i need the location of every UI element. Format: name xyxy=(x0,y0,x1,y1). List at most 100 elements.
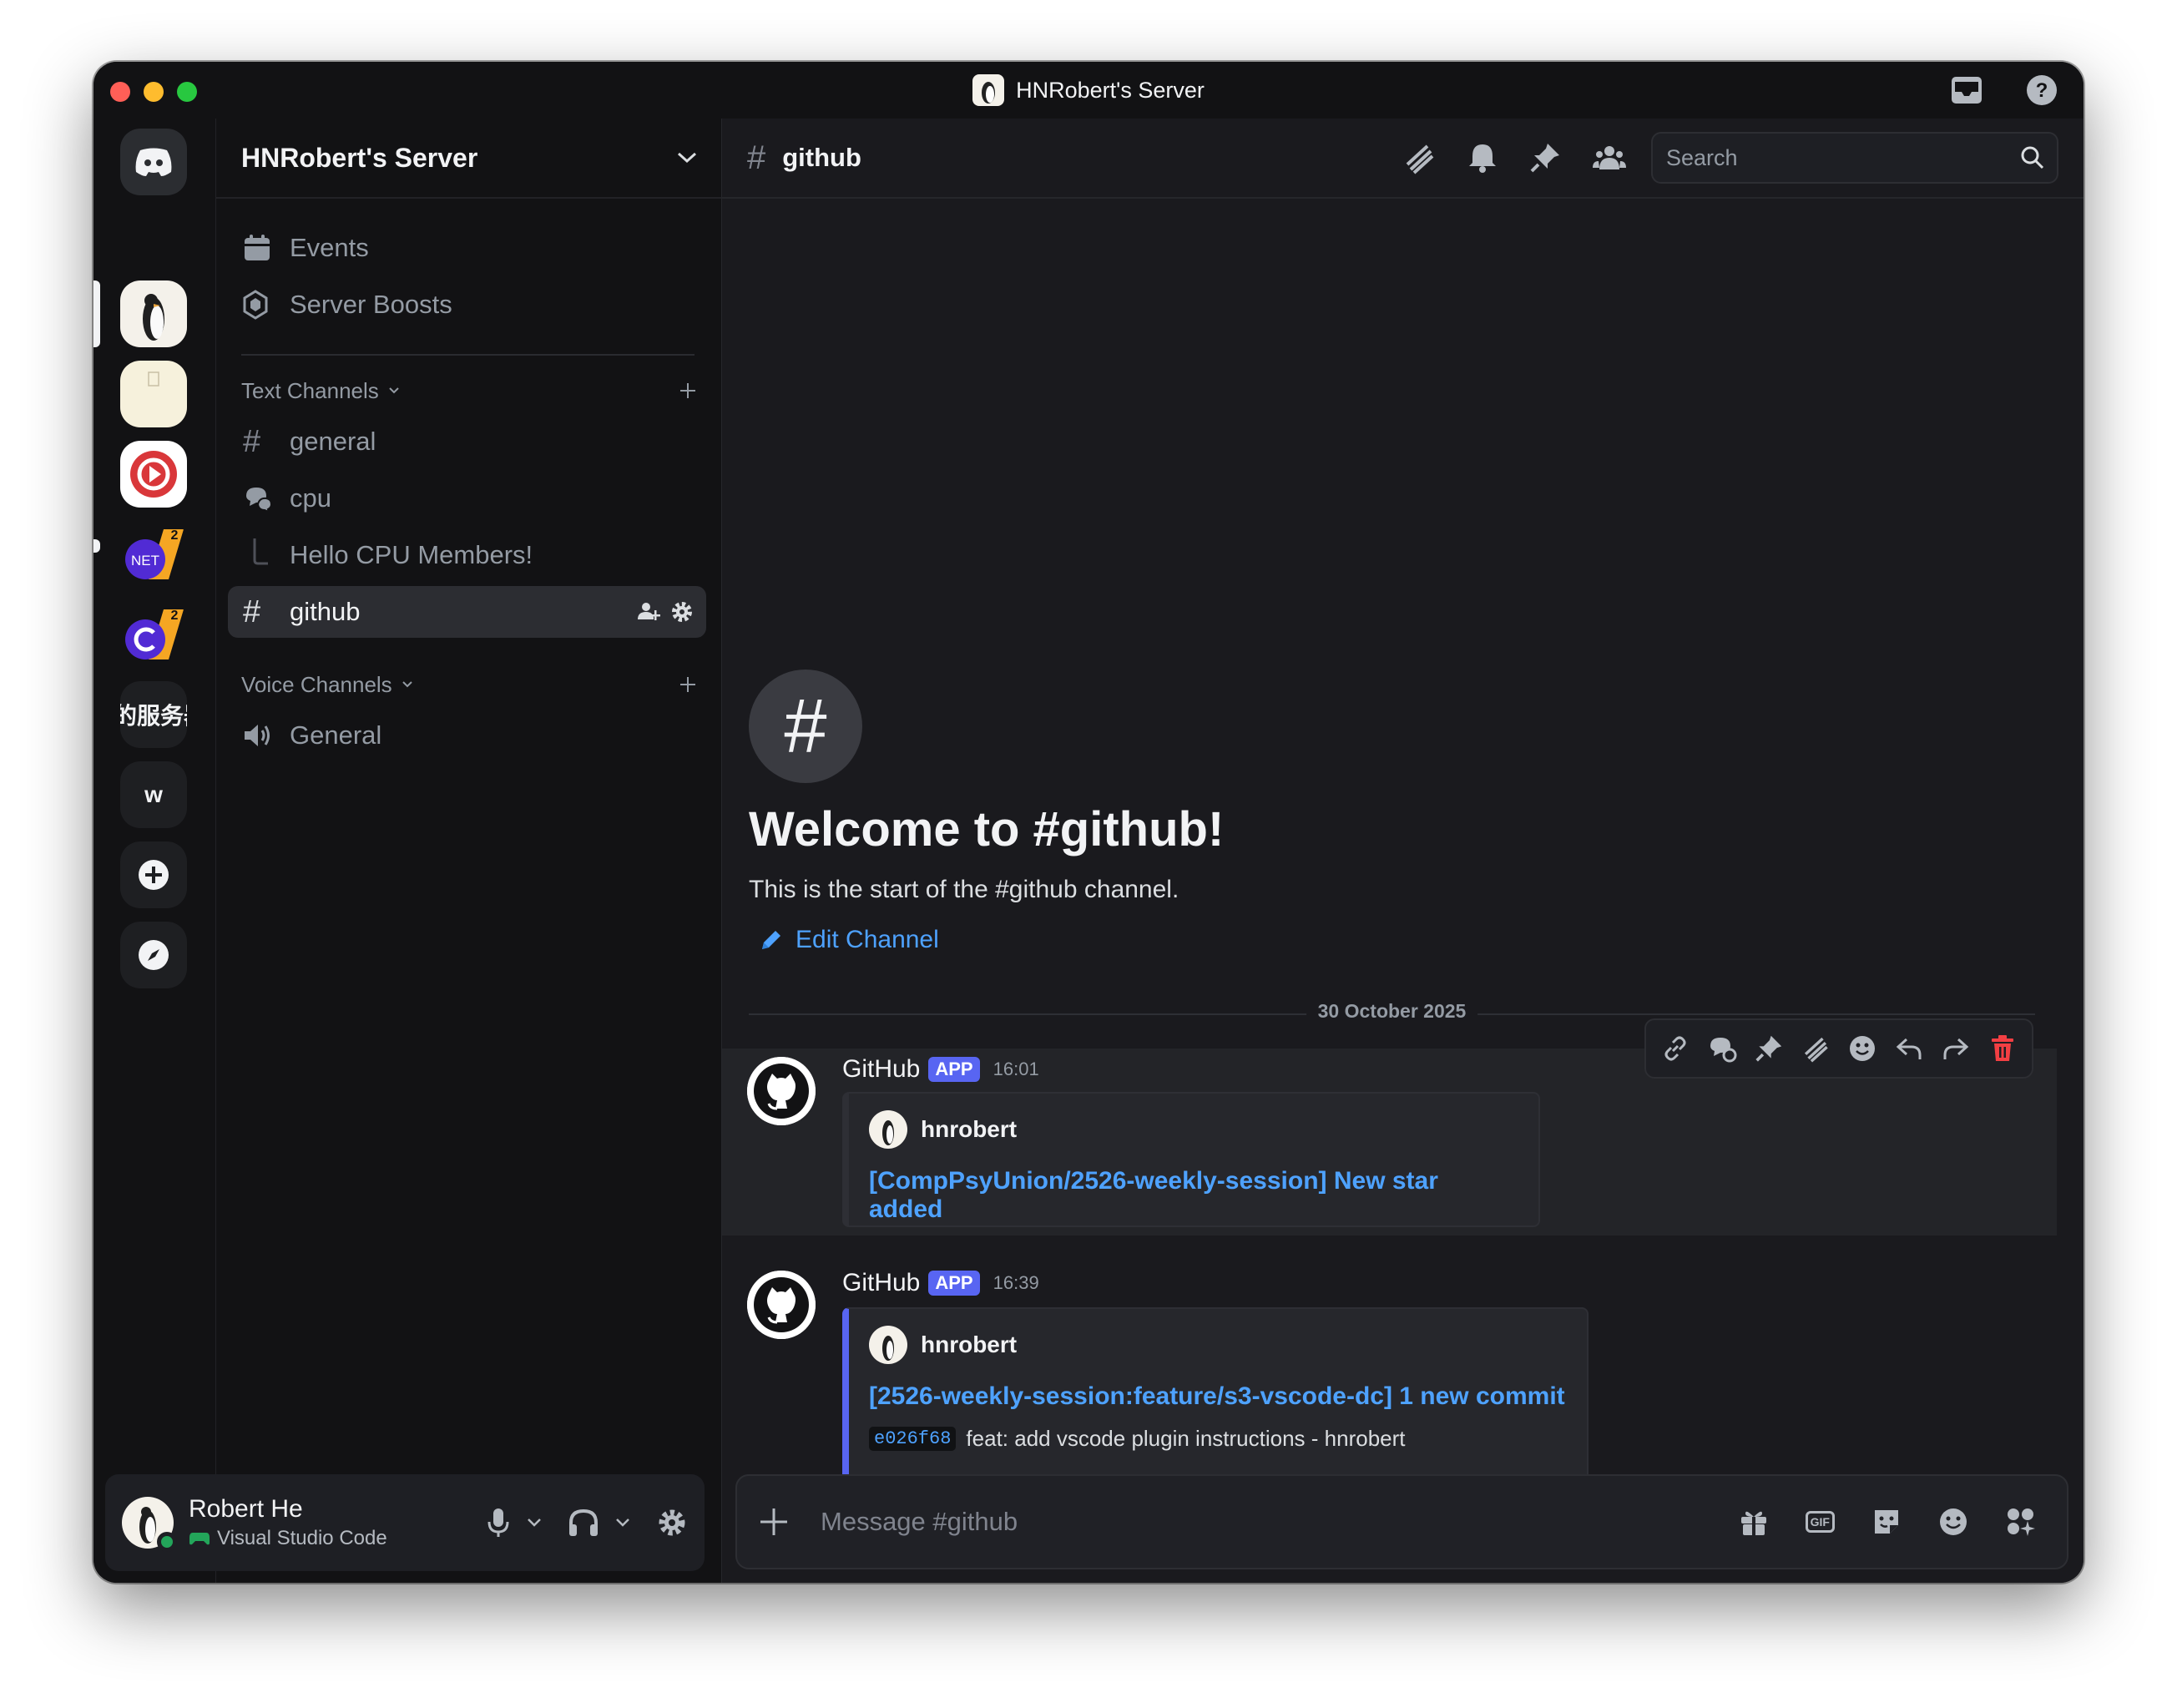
message-composer: GIF xyxy=(735,1474,2068,1569)
speaker-icon xyxy=(243,721,280,750)
channel-general[interactable]: # general xyxy=(228,416,706,467)
delete-trash-icon[interactable] xyxy=(1985,1031,2020,1066)
user-info[interactable]: Robert He Visual Studio Code xyxy=(189,1495,486,1550)
github-logo-icon xyxy=(747,1271,816,1339)
title-bar-actions: ? xyxy=(1948,72,2060,109)
gift-icon[interactable] xyxy=(1739,1507,1769,1537)
headphones-icon[interactable] xyxy=(568,1508,599,1538)
github-avatar[interactable] xyxy=(747,1271,816,1339)
search-input[interactable] xyxy=(1666,144,1983,171)
app-badge: APP xyxy=(928,1057,980,1082)
emoji-icon[interactable] xyxy=(1938,1507,1968,1537)
message-author[interactable]: GitHub xyxy=(842,1269,920,1297)
attach-plus-icon[interactable] xyxy=(759,1507,789,1537)
channel-sidebar: HNRobert's Server Events Server Boosts T… xyxy=(215,119,721,1583)
pin-icon[interactable] xyxy=(1529,142,1561,174)
activity-label: Visual Studio Code xyxy=(217,1527,387,1549)
message-input[interactable] xyxy=(821,1507,1739,1537)
category-voice-channels[interactable]: Voice Channels xyxy=(241,668,698,701)
title-bar: HNRobert's Server ? xyxy=(93,62,2084,119)
hash-icon: # xyxy=(243,594,261,629)
channel-cpu[interactable]: cpu xyxy=(228,472,706,524)
channel-github[interactable]: # github xyxy=(228,586,706,638)
add-channel-icon[interactable] xyxy=(678,675,698,695)
gamepad-icon xyxy=(189,1533,210,1545)
voice-channel-general[interactable]: General xyxy=(228,710,706,761)
channel-hash-badge: # xyxy=(749,670,862,783)
server-dotnet[interactable]: NET 2 xyxy=(120,521,187,588)
chevron-down-icon xyxy=(677,152,697,164)
help-icon[interactable]: ? xyxy=(2023,72,2060,109)
message-author[interactable]: GitHub xyxy=(842,1055,920,1084)
minimize-window-button[interactable] xyxy=(144,82,164,102)
embed-title-link[interactable]: [CompPsyUnion/2526-weekly-session] New s… xyxy=(869,1167,1518,1224)
embed-author[interactable]: hnrobert xyxy=(869,1110,1518,1149)
direct-messages-button[interactable] xyxy=(120,129,187,195)
member-list-icon[interactable] xyxy=(1593,143,1626,173)
threads-icon[interactable] xyxy=(1402,141,1436,174)
search-box[interactable] xyxy=(1651,132,2058,184)
server-cjk[interactable]: 的服务器 xyxy=(120,681,187,748)
thread-hello-cpu[interactable]: Hello CPU Members! xyxy=(228,529,706,581)
server-w-label: w xyxy=(144,781,163,807)
chevron-down-icon[interactable] xyxy=(614,1517,631,1529)
gif-picker-button[interactable]: GIF xyxy=(1805,1511,1835,1533)
chevron-down-icon[interactable] xyxy=(526,1517,543,1529)
text-channels-label: Text Channels xyxy=(241,377,379,403)
notification-bell-icon[interactable] xyxy=(1467,141,1498,174)
invite-member-icon[interactable] xyxy=(636,599,661,624)
sticker-icon[interactable] xyxy=(1871,1507,1902,1537)
plus-circle-icon xyxy=(139,860,169,890)
server-3[interactable] xyxy=(120,441,187,508)
add-reaction-icon[interactable] xyxy=(1845,1031,1880,1066)
compass-icon xyxy=(139,940,169,970)
server-hnrobert[interactable] xyxy=(120,280,187,347)
commit-hash-link[interactable]: e026f68 xyxy=(869,1427,957,1451)
embed-author[interactable]: hnrobert xyxy=(869,1326,1567,1364)
close-window-button[interactable] xyxy=(110,82,130,102)
settings-gear-icon[interactable] xyxy=(656,1507,688,1539)
server-rail: NET 2 2 的服务器 w xyxy=(93,119,215,1583)
edit-channel-label: Edit Channel xyxy=(796,926,939,953)
chevron-down-icon xyxy=(402,681,412,688)
copy-link-icon[interactable] xyxy=(1658,1031,1693,1066)
embed-author-name: hnrobert xyxy=(921,1332,1018,1357)
forward-icon[interactable] xyxy=(1938,1031,1973,1066)
threads-icon[interactable] xyxy=(1798,1031,1833,1066)
server-header[interactable]: HNRobert's Server xyxy=(216,119,721,199)
inbox-icon[interactable] xyxy=(1948,72,1985,109)
github-avatar[interactable] xyxy=(747,1057,816,1125)
server-2[interactable] xyxy=(120,361,187,427)
app-badge: APP xyxy=(928,1271,980,1296)
add-channel-icon[interactable] xyxy=(678,381,698,401)
reply-icon[interactable] xyxy=(1892,1031,1927,1066)
svg-text:2: 2 xyxy=(171,609,179,623)
gear-icon[interactable] xyxy=(669,599,695,624)
server-csharp[interactable]: 2 xyxy=(120,601,187,668)
sidebar-divider xyxy=(241,354,695,356)
apps-icon[interactable] xyxy=(2005,1506,2037,1538)
date-separator-label: 30 October 2025 xyxy=(1306,1000,1478,1023)
avatar[interactable] xyxy=(122,1497,177,1552)
window-title-group: HNRobert's Server xyxy=(972,74,1205,106)
embed-title-link[interactable]: [2526-weekly-session:feature/s3-vscode-d… xyxy=(869,1382,1567,1411)
voice-channels-label: Voice Channels xyxy=(241,671,392,697)
commit-line: e026f68 feat: add vscode plugin instruct… xyxy=(869,1426,1567,1452)
server-w[interactable]: w xyxy=(120,761,187,828)
create-thread-icon[interactable] xyxy=(1705,1031,1740,1066)
channel-github-label: github xyxy=(290,597,361,626)
pin-icon[interactable] xyxy=(1751,1031,1786,1066)
discover-button[interactable] xyxy=(120,922,187,988)
thread-spine-icon xyxy=(243,538,280,572)
maximize-window-button[interactable] xyxy=(177,82,197,102)
main-chat: # github # Welcome to #github! This is t… xyxy=(721,119,2084,1583)
category-text-channels[interactable]: Text Channels xyxy=(241,374,698,407)
date-separator: 30 October 2025 xyxy=(749,1000,2035,1023)
edit-channel-link[interactable]: Edit Channel xyxy=(749,926,1224,954)
sidebar-item-server-boosts[interactable]: Server Boosts xyxy=(228,279,706,331)
sidebar-item-events[interactable]: Events xyxy=(228,222,706,274)
channel-cpu-label: cpu xyxy=(290,483,331,513)
microphone-icon[interactable] xyxy=(486,1507,511,1539)
header-actions xyxy=(1402,141,1626,174)
add-server-button[interactable] xyxy=(120,841,187,908)
